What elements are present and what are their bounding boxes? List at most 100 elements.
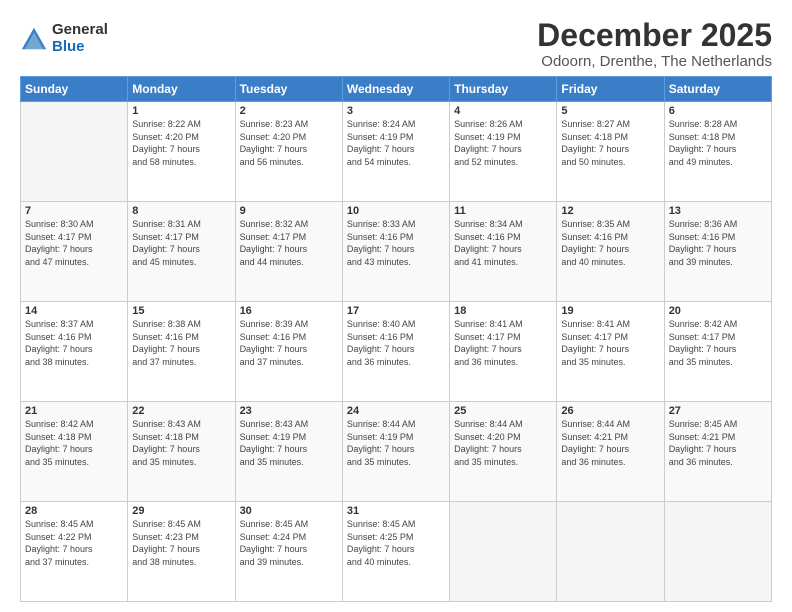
day-info: Sunrise: 8:42 AM Sunset: 4:17 PM Dayligh… [669, 318, 767, 368]
day-info: Sunrise: 8:42 AM Sunset: 4:18 PM Dayligh… [25, 418, 123, 468]
col-wednesday: Wednesday [342, 77, 449, 102]
table-row: 9Sunrise: 8:32 AM Sunset: 4:17 PM Daylig… [235, 202, 342, 302]
table-row: 15Sunrise: 8:38 AM Sunset: 4:16 PM Dayli… [128, 302, 235, 402]
table-row: 18Sunrise: 8:41 AM Sunset: 4:17 PM Dayli… [450, 302, 557, 402]
table-row: 10Sunrise: 8:33 AM Sunset: 4:16 PM Dayli… [342, 202, 449, 302]
day-info: Sunrise: 8:30 AM Sunset: 4:17 PM Dayligh… [25, 218, 123, 268]
table-row: 7Sunrise: 8:30 AM Sunset: 4:17 PM Daylig… [21, 202, 128, 302]
day-info: Sunrise: 8:45 AM Sunset: 4:24 PM Dayligh… [240, 518, 338, 568]
table-row: 1Sunrise: 8:22 AM Sunset: 4:20 PM Daylig… [128, 102, 235, 202]
logo-blue-text: Blue [52, 39, 108, 56]
location: Odoorn, Drenthe, The Netherlands [537, 53, 772, 70]
day-info: Sunrise: 8:44 AM Sunset: 4:20 PM Dayligh… [454, 418, 552, 468]
table-row: 12Sunrise: 8:35 AM Sunset: 4:16 PM Dayli… [557, 202, 664, 302]
day-info: Sunrise: 8:43 AM Sunset: 4:19 PM Dayligh… [240, 418, 338, 468]
day-number: 13 [669, 205, 767, 217]
table-row [21, 102, 128, 202]
table-row: 6Sunrise: 8:28 AM Sunset: 4:18 PM Daylig… [664, 102, 771, 202]
day-number: 5 [561, 105, 659, 117]
day-number: 23 [240, 405, 338, 417]
table-row: 21Sunrise: 8:42 AM Sunset: 4:18 PM Dayli… [21, 402, 128, 502]
day-number: 18 [454, 305, 552, 317]
table-row: 2Sunrise: 8:23 AM Sunset: 4:20 PM Daylig… [235, 102, 342, 202]
col-saturday: Saturday [664, 77, 771, 102]
day-number: 16 [240, 305, 338, 317]
day-number: 30 [240, 505, 338, 517]
day-number: 1 [132, 105, 230, 117]
day-number: 4 [454, 105, 552, 117]
logo: General Blue [20, 22, 108, 55]
day-info: Sunrise: 8:34 AM Sunset: 4:16 PM Dayligh… [454, 218, 552, 268]
day-number: 24 [347, 405, 445, 417]
day-number: 3 [347, 105, 445, 117]
day-info: Sunrise: 8:41 AM Sunset: 4:17 PM Dayligh… [561, 318, 659, 368]
col-monday: Monday [128, 77, 235, 102]
month-title: December 2025 [537, 18, 772, 53]
table-row: 13Sunrise: 8:36 AM Sunset: 4:16 PM Dayli… [664, 202, 771, 302]
day-number: 7 [25, 205, 123, 217]
day-number: 9 [240, 205, 338, 217]
table-row: 4Sunrise: 8:26 AM Sunset: 4:19 PM Daylig… [450, 102, 557, 202]
table-row: 23Sunrise: 8:43 AM Sunset: 4:19 PM Dayli… [235, 402, 342, 502]
page: General Blue December 2025 Odoorn, Drent… [0, 0, 792, 612]
calendar-week-row: 28Sunrise: 8:45 AM Sunset: 4:22 PM Dayli… [21, 502, 772, 602]
table-row: 17Sunrise: 8:40 AM Sunset: 4:16 PM Dayli… [342, 302, 449, 402]
header: General Blue December 2025 Odoorn, Drent… [20, 18, 772, 70]
table-row: 24Sunrise: 8:44 AM Sunset: 4:19 PM Dayli… [342, 402, 449, 502]
day-number: 8 [132, 205, 230, 217]
day-number: 29 [132, 505, 230, 517]
day-info: Sunrise: 8:36 AM Sunset: 4:16 PM Dayligh… [669, 218, 767, 268]
table-row: 19Sunrise: 8:41 AM Sunset: 4:17 PM Dayli… [557, 302, 664, 402]
day-info: Sunrise: 8:45 AM Sunset: 4:23 PM Dayligh… [132, 518, 230, 568]
day-number: 27 [669, 405, 767, 417]
table-row [450, 502, 557, 602]
day-info: Sunrise: 8:26 AM Sunset: 4:19 PM Dayligh… [454, 118, 552, 168]
table-row: 5Sunrise: 8:27 AM Sunset: 4:18 PM Daylig… [557, 102, 664, 202]
day-number: 14 [25, 305, 123, 317]
calendar-week-row: 14Sunrise: 8:37 AM Sunset: 4:16 PM Dayli… [21, 302, 772, 402]
day-number: 17 [347, 305, 445, 317]
day-info: Sunrise: 8:45 AM Sunset: 4:25 PM Dayligh… [347, 518, 445, 568]
calendar-week-row: 7Sunrise: 8:30 AM Sunset: 4:17 PM Daylig… [21, 202, 772, 302]
day-info: Sunrise: 8:24 AM Sunset: 4:19 PM Dayligh… [347, 118, 445, 168]
calendar-header-row: Sunday Monday Tuesday Wednesday Thursday… [21, 77, 772, 102]
day-info: Sunrise: 8:32 AM Sunset: 4:17 PM Dayligh… [240, 218, 338, 268]
table-row: 11Sunrise: 8:34 AM Sunset: 4:16 PM Dayli… [450, 202, 557, 302]
col-thursday: Thursday [450, 77, 557, 102]
day-info: Sunrise: 8:28 AM Sunset: 4:18 PM Dayligh… [669, 118, 767, 168]
day-info: Sunrise: 8:44 AM Sunset: 4:19 PM Dayligh… [347, 418, 445, 468]
calendar-week-row: 21Sunrise: 8:42 AM Sunset: 4:18 PM Dayli… [21, 402, 772, 502]
day-info: Sunrise: 8:33 AM Sunset: 4:16 PM Dayligh… [347, 218, 445, 268]
day-number: 26 [561, 405, 659, 417]
day-number: 2 [240, 105, 338, 117]
table-row: 25Sunrise: 8:44 AM Sunset: 4:20 PM Dayli… [450, 402, 557, 502]
logo-icon [20, 25, 48, 53]
table-row: 22Sunrise: 8:43 AM Sunset: 4:18 PM Dayli… [128, 402, 235, 502]
day-number: 6 [669, 105, 767, 117]
table-row [557, 502, 664, 602]
table-row: 30Sunrise: 8:45 AM Sunset: 4:24 PM Dayli… [235, 502, 342, 602]
table-row: 14Sunrise: 8:37 AM Sunset: 4:16 PM Dayli… [21, 302, 128, 402]
title-area: December 2025 Odoorn, Drenthe, The Nethe… [537, 18, 772, 70]
day-number: 21 [25, 405, 123, 417]
day-info: Sunrise: 8:45 AM Sunset: 4:22 PM Dayligh… [25, 518, 123, 568]
col-friday: Friday [557, 77, 664, 102]
day-number: 19 [561, 305, 659, 317]
day-info: Sunrise: 8:23 AM Sunset: 4:20 PM Dayligh… [240, 118, 338, 168]
day-number: 28 [25, 505, 123, 517]
table-row: 26Sunrise: 8:44 AM Sunset: 4:21 PM Dayli… [557, 402, 664, 502]
logo-text: General Blue [52, 22, 108, 55]
day-info: Sunrise: 8:22 AM Sunset: 4:20 PM Dayligh… [132, 118, 230, 168]
table-row: 3Sunrise: 8:24 AM Sunset: 4:19 PM Daylig… [342, 102, 449, 202]
table-row [664, 502, 771, 602]
day-number: 11 [454, 205, 552, 217]
day-info: Sunrise: 8:39 AM Sunset: 4:16 PM Dayligh… [240, 318, 338, 368]
table-row: 29Sunrise: 8:45 AM Sunset: 4:23 PM Dayli… [128, 502, 235, 602]
day-info: Sunrise: 8:31 AM Sunset: 4:17 PM Dayligh… [132, 218, 230, 268]
day-number: 20 [669, 305, 767, 317]
logo-general-text: General [52, 22, 108, 39]
day-number: 31 [347, 505, 445, 517]
day-info: Sunrise: 8:35 AM Sunset: 4:16 PM Dayligh… [561, 218, 659, 268]
table-row: 20Sunrise: 8:42 AM Sunset: 4:17 PM Dayli… [664, 302, 771, 402]
day-number: 12 [561, 205, 659, 217]
